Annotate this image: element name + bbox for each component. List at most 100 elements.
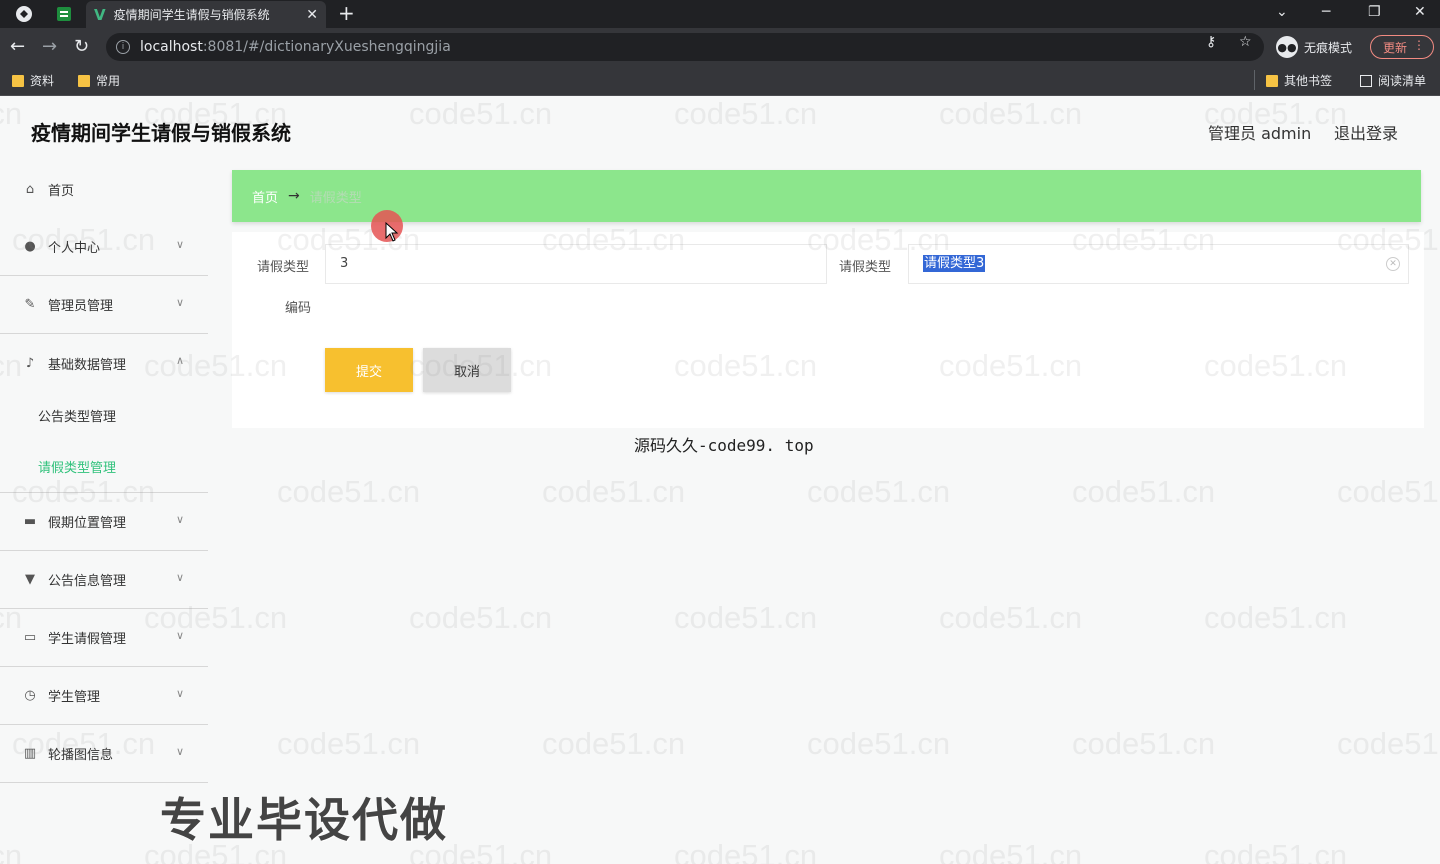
current-user: 管理员 admin (1208, 124, 1312, 143)
sidebar: ⌂ 首页 ● 个人中心 ∨ ✎ 管理员管理 ∨ ♪ 基础数据管理 ∧ 公告类型管… (0, 160, 208, 800)
watermark-text: code51.cn (807, 726, 951, 761)
watermark-text: code51.cn (0, 838, 23, 864)
app-favicon-icon[interactable] (54, 4, 74, 24)
watermark-text: code51.cn (542, 474, 686, 509)
watermark-text: code51.cn (807, 474, 951, 509)
restore-icon[interactable]: ❐ (1368, 2, 1381, 22)
watermark-text: code51.cn (674, 600, 818, 635)
app-header: 疫情期间学生请假与销假系统 管理员 admin 退出登录 (0, 96, 1440, 162)
incognito-icon: ●● (1276, 36, 1298, 58)
logout-link[interactable]: 退出登录 (1334, 120, 1398, 144)
site-info-icon[interactable]: i (116, 40, 130, 54)
tab-title: 疫情期间学生请假与销假系统 (113, 8, 270, 22)
watermark-text: code51.cn (939, 838, 1083, 864)
folder-icon (12, 74, 24, 87)
key-icon[interactable]: ⚷ (1206, 34, 1216, 50)
watermark-text: code51.cn (1072, 726, 1216, 761)
tab-close-icon[interactable]: ✕ (306, 7, 318, 23)
leave-type-code-input[interactable]: 3 (325, 244, 827, 284)
submenu-leave-type[interactable]: 请假类型管理 (38, 457, 116, 476)
chat-icon: ▬ (23, 514, 37, 529)
leave-type-name-value: 请假类型3 (923, 255, 986, 272)
chevron-down-icon: ∨ (176, 238, 185, 251)
code-label: 编码 (285, 301, 312, 316)
leave-type-name-label: 请假类型 (839, 260, 892, 275)
page-title: 疫情期间学生请假与销假系统 (31, 121, 291, 145)
folder-icon (1266, 74, 1278, 87)
chart-icon: ▥ (23, 746, 37, 761)
tab-search-icon[interactable]: ⌄ (1276, 2, 1288, 22)
microphone-icon: ♪ (25, 355, 35, 371)
sidebar-item-label: 个人中心 (48, 241, 101, 256)
sidebar-item-student-leave[interactable]: ▭ 学生请假管理 ∨ (0, 609, 208, 667)
chevron-down-icon: ∨ (176, 629, 185, 642)
browser-menu-icon[interactable] (14, 4, 34, 24)
back-icon[interactable]: ← (10, 36, 25, 58)
minimize-icon[interactable]: ─ (1322, 2, 1330, 22)
sidebar-item-label: 学生管理 (48, 690, 101, 705)
active-tab[interactable]: V 疫情期间学生请假与销假系统 ✕ (86, 1, 326, 28)
chevron-down-icon: ∨ (176, 745, 185, 758)
reading-list-icon (1360, 74, 1372, 87)
submit-button[interactable]: 提交 (325, 348, 413, 392)
message-icon: ▭ (23, 630, 37, 645)
close-window-icon[interactable]: ✕ (1414, 2, 1426, 22)
sidebar-item-label: 基础数据管理 (48, 357, 127, 373)
chevron-down-icon: ∨ (176, 687, 185, 700)
watermark-text: code51.cn (1204, 600, 1348, 635)
breadcrumb-current: 请假类型 (309, 190, 362, 206)
sidebar-item-home[interactable]: ⌂ 首页 (0, 160, 208, 218)
sidebar-item-admin[interactable]: ✎ 管理员管理 ∨ (0, 276, 208, 334)
more-menu-icon[interactable]: ⋮ (1413, 38, 1425, 52)
url-host: localhost (140, 39, 203, 55)
sidebar-item-label: 假期位置管理 (48, 516, 127, 531)
watermark-text: code51.cn (277, 474, 421, 509)
watermark-text: code51.cn (542, 726, 686, 761)
leave-type-code-value: 3 (340, 256, 349, 271)
sidebar-item-profile[interactable]: ● 个人中心 ∨ (0, 218, 208, 276)
home-icon: ⌂ (25, 181, 35, 197)
sidebar-item-basic-data[interactable]: ♪ 基础数据管理 ∧ (0, 334, 208, 392)
sidebar-item-label: 首页 (48, 183, 75, 199)
clock-icon: ◷ (24, 688, 36, 703)
chevron-down-icon: ∨ (176, 296, 185, 309)
sidebar-item-label: 轮播图信息 (48, 748, 114, 763)
edit-icon: ✎ (24, 297, 36, 312)
other-bookmarks[interactable]: 其他书签 (1266, 72, 1332, 89)
browser-tab-strip: V 疫情期间学生请假与销假系统 ✕ + ⌄ ─ ❐ ✕ (0, 0, 1440, 28)
bookmark-label: 常用 (96, 74, 121, 88)
video-caption: 源码久久-code99. top (634, 436, 814, 455)
reading-list-label: 阅读清单 (1378, 74, 1427, 88)
sidebar-item-holiday-location[interactable]: ▬ 假期位置管理 ∨ (0, 493, 208, 551)
sidebar-item-notice-info[interactable]: ▼ 公告信息管理 ∨ (0, 551, 208, 609)
reload-icon[interactable]: ↻ (74, 36, 89, 58)
breadcrumb-home[interactable]: 首页 (252, 187, 278, 206)
chevron-down-icon: ∨ (176, 571, 185, 584)
incognito-indicator[interactable]: ●● 无痕模式 (1276, 33, 1352, 61)
user-icon: ● (24, 239, 36, 254)
watermark-text: code51.cn (277, 726, 421, 761)
bookmark-folder-changyong[interactable]: 常用 (78, 72, 120, 89)
forward-icon[interactable]: → (42, 36, 57, 58)
watermark-text: code51.cn (674, 838, 818, 864)
other-bookmarks-label: 其他书签 (1284, 74, 1333, 88)
bookmark-star-icon[interactable]: ☆ (1239, 34, 1252, 50)
watermark-text: code51.cn (409, 600, 553, 635)
clear-input-icon[interactable]: ✕ (1386, 257, 1400, 271)
watermark-text: code51.cn (1337, 474, 1440, 509)
update-button[interactable]: 更新 ⋮ (1370, 35, 1434, 59)
incognito-label: 无痕模式 (1304, 40, 1353, 55)
url-input[interactable]: i localhost:8081/#/dictionaryXueshengqin… (106, 33, 1264, 61)
chevron-up-icon: ∧ (176, 354, 185, 367)
sidebar-item-carousel[interactable]: ▥ 轮播图信息 ∨ (0, 725, 208, 783)
bookmark-folder-ziliao[interactable]: 资料 (12, 72, 54, 89)
sidebar-item-student[interactable]: ◷ 学生管理 ∨ (0, 667, 208, 725)
leave-type-name-input[interactable]: 请假类型3 ✕ (908, 244, 1409, 284)
reading-list[interactable]: 阅读清单 (1360, 72, 1426, 89)
bookmarks-bar: 资料 常用 其他书签 阅读清单 (0, 66, 1440, 96)
mouse-cursor-icon (385, 221, 399, 246)
new-tab-button[interactable]: + (338, 2, 355, 24)
bookmark-label: 资料 (30, 74, 55, 88)
cancel-button[interactable]: 取消 (423, 348, 511, 392)
submenu-notice-type[interactable]: 公告类型管理 (38, 406, 116, 425)
